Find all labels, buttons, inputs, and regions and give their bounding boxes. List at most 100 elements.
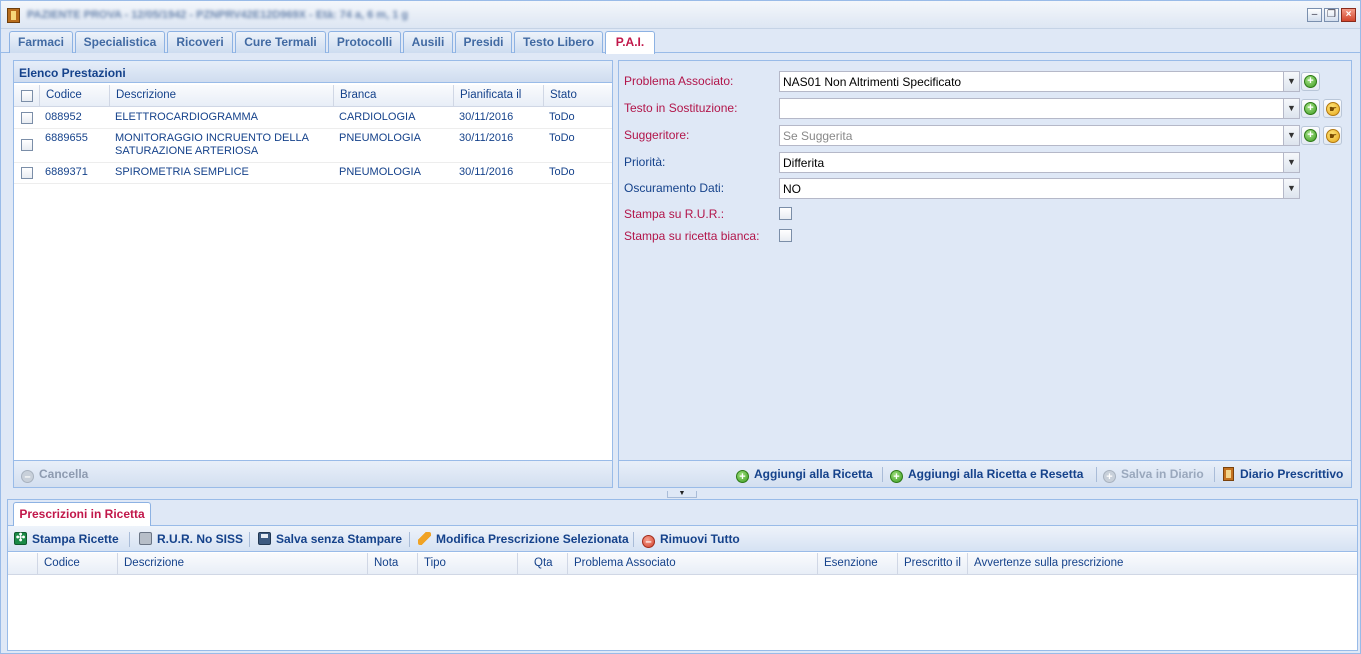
- prestazioni-footer: – Cancella: [14, 460, 612, 487]
- cell-codice: 6889655: [45, 132, 88, 144]
- pai-form-panel: Problema Associato: NAS01 Non Altrimenti…: [618, 60, 1352, 488]
- chevron-down-icon[interactable]: ▼: [1283, 153, 1299, 172]
- table-row[interactable]: 6889655 MONITORAGGIO INCRUENTO DELLA SAT…: [14, 129, 612, 163]
- col-qta[interactable]: Qta: [518, 553, 568, 575]
- tab-testo-libero[interactable]: Testo Libero: [514, 31, 603, 53]
- salva-senza-stampare-button[interactable]: Salva senza Stampare: [258, 532, 402, 546]
- modifica-label: Modifica Prescrizione Selezionata: [436, 532, 629, 546]
- main-tabs: Farmaci Specialistica Ricoveri Cure Term…: [1, 29, 1360, 54]
- table-row[interactable]: 6889371 SPIROMETRIA SEMPLICE PNEUMOLOGIA…: [14, 163, 612, 184]
- add-problema-button[interactable]: +: [1301, 72, 1320, 91]
- priorita-label: Priorità:: [624, 155, 666, 169]
- cell-descrizione: MONITORAGGIO INCRUENTO DELLA SATURAZIONE…: [115, 132, 309, 157]
- table-row[interactable]: 088952 ELETTROCARDIOGRAMMA CARDIOLOGIA 3…: [14, 108, 612, 129]
- col-nota[interactable]: Nota: [368, 553, 418, 575]
- problema-select[interactable]: NAS01 Non Altrimenti Specificato ▼: [779, 71, 1300, 92]
- col-esenzione[interactable]: Esenzione: [818, 553, 898, 575]
- cell-descrizione: ELETTROCARDIOGRAMMA: [115, 111, 259, 123]
- plus-icon: +: [1304, 75, 1317, 88]
- tab-farmaci[interactable]: Farmaci: [9, 31, 73, 53]
- tab-presidi[interactable]: Presidi: [455, 31, 512, 53]
- remove-icon: –: [642, 535, 655, 548]
- testo-select[interactable]: ▼: [779, 98, 1300, 119]
- select-all-checkbox[interactable]: [21, 90, 33, 102]
- add-suggeritore-button[interactable]: +: [1301, 126, 1320, 145]
- salva-diario-button[interactable]: + Salva in Diario: [1103, 467, 1204, 483]
- diario-label: Diario Prescrittivo: [1240, 467, 1344, 481]
- stampa-label: Stampa Ricette: [32, 532, 119, 546]
- chevron-down-icon[interactable]: ▼: [1283, 99, 1299, 118]
- priorita-select[interactable]: Differita ▼: [779, 152, 1300, 173]
- col-avvertenze[interactable]: Avvertenze sulla prescrizione: [968, 553, 1357, 575]
- collapse-splitter[interactable]: ▼: [667, 490, 697, 498]
- aggiungi-ricetta-button[interactable]: + Aggiungi alla Ricetta: [736, 467, 873, 483]
- rimuovi-tutto-button[interactable]: – Rimuovi Tutto: [642, 532, 740, 548]
- row-checkbox[interactable]: [21, 139, 33, 151]
- floppy-icon: [258, 532, 271, 545]
- col-prescritto[interactable]: Prescritto il: [898, 553, 968, 575]
- suggeritore-placeholder: Se Suggerita: [783, 129, 853, 143]
- cell-branca: PNEUMOLOGIA: [339, 166, 421, 178]
- bianca-checkbox[interactable]: [779, 229, 792, 242]
- toolbar-separator: [633, 532, 634, 547]
- col-descrizione[interactable]: Descrizione: [118, 553, 368, 575]
- col-descrizione[interactable]: Descrizione: [110, 85, 334, 107]
- toolbar-separator: [1214, 467, 1215, 482]
- tab-specialistica[interactable]: Specialistica: [75, 31, 165, 53]
- chevron-down-icon[interactable]: ▼: [1283, 179, 1299, 198]
- minimize-button[interactable]: –: [1307, 8, 1322, 22]
- add-disabled-icon: +: [1103, 470, 1116, 483]
- aggiungi-label: Aggiungi alla Ricetta: [754, 467, 873, 481]
- select-testo-button[interactable]: ☛: [1323, 99, 1342, 118]
- row-checkbox[interactable]: [21, 112, 33, 124]
- rur-no-siss-button[interactable]: R.U.R. No SISS: [139, 532, 243, 546]
- modifica-prescrizione-button[interactable]: Modifica Prescrizione Selezionata: [418, 532, 629, 546]
- problema-label: Problema Associato:: [624, 74, 734, 88]
- col-pianificata[interactable]: Pianificata il: [454, 85, 544, 107]
- cell-pianificata: 30/11/2016: [459, 111, 514, 123]
- col-select: [8, 553, 38, 575]
- cell-pianificata: 30/11/2016: [459, 132, 514, 144]
- aggiungi-resetta-button[interactable]: + Aggiungi alla Ricetta e Resetta: [890, 467, 1083, 483]
- cell-pianificata: 30/11/2016: [459, 166, 514, 178]
- oscuramento-select[interactable]: NO ▼: [779, 178, 1300, 199]
- plus-icon: +: [1304, 102, 1317, 115]
- rimuovi-label: Rimuovi Tutto: [660, 532, 740, 546]
- rur-checkbox[interactable]: [779, 207, 792, 220]
- ricetta-grid-header: Codice Descrizione Nota Tipo Qta Problem…: [8, 553, 1357, 575]
- tab-cure-termali[interactable]: Cure Termali: [235, 31, 326, 53]
- bianca-label: Stampa su ricetta bianca:: [624, 229, 760, 243]
- salva-diario-label: Salva in Diario: [1121, 467, 1204, 481]
- restore-button[interactable]: ❐: [1324, 8, 1339, 22]
- diario-prescrittivo-button[interactable]: Diario Prescrittivo: [1223, 467, 1343, 481]
- cell-codice: 088952: [45, 111, 82, 123]
- plus-icon: +: [736, 470, 749, 483]
- col-tipo[interactable]: Tipo: [418, 553, 518, 575]
- close-button[interactable]: ×: [1341, 8, 1356, 22]
- tab-pai[interactable]: P.A.I.: [605, 31, 655, 54]
- cell-stato: ToDo: [549, 111, 575, 123]
- tab-ausili[interactable]: Ausili: [403, 31, 453, 53]
- stampa-ricette-button[interactable]: Stampa Ricette: [14, 531, 119, 546]
- toolbar-separator: [129, 532, 130, 547]
- suggeritore-select[interactable]: Se Suggerita ▼: [779, 125, 1300, 146]
- salva-label: Salva senza Stampare: [276, 532, 403, 546]
- cell-stato: ToDo: [549, 166, 575, 178]
- select-suggeritore-button[interactable]: ☛: [1323, 126, 1342, 145]
- col-codice[interactable]: Codice: [38, 553, 118, 575]
- tab-protocolli[interactable]: Protocolli: [328, 31, 401, 53]
- toolbar-separator: [249, 532, 250, 547]
- col-branca[interactable]: Branca: [334, 85, 454, 107]
- cancel-button[interactable]: – Cancella: [21, 467, 88, 483]
- chevron-down-icon[interactable]: ▼: [1283, 72, 1299, 91]
- col-codice[interactable]: Codice: [40, 85, 110, 107]
- col-problema[interactable]: Problema Associato: [568, 553, 818, 575]
- row-checkbox[interactable]: [21, 167, 33, 179]
- col-stato[interactable]: Stato: [544, 85, 612, 107]
- add-testo-button[interactable]: +: [1301, 99, 1320, 118]
- rur-label-btn: R.U.R. No SISS: [157, 532, 244, 546]
- tab-ricoveri[interactable]: Ricoveri: [167, 31, 233, 53]
- add-reset-icon: +: [890, 470, 903, 483]
- tab-prescrizioni-ricetta[interactable]: Prescrizioni in Ricetta: [13, 502, 151, 526]
- chevron-down-icon[interactable]: ▼: [1283, 126, 1299, 145]
